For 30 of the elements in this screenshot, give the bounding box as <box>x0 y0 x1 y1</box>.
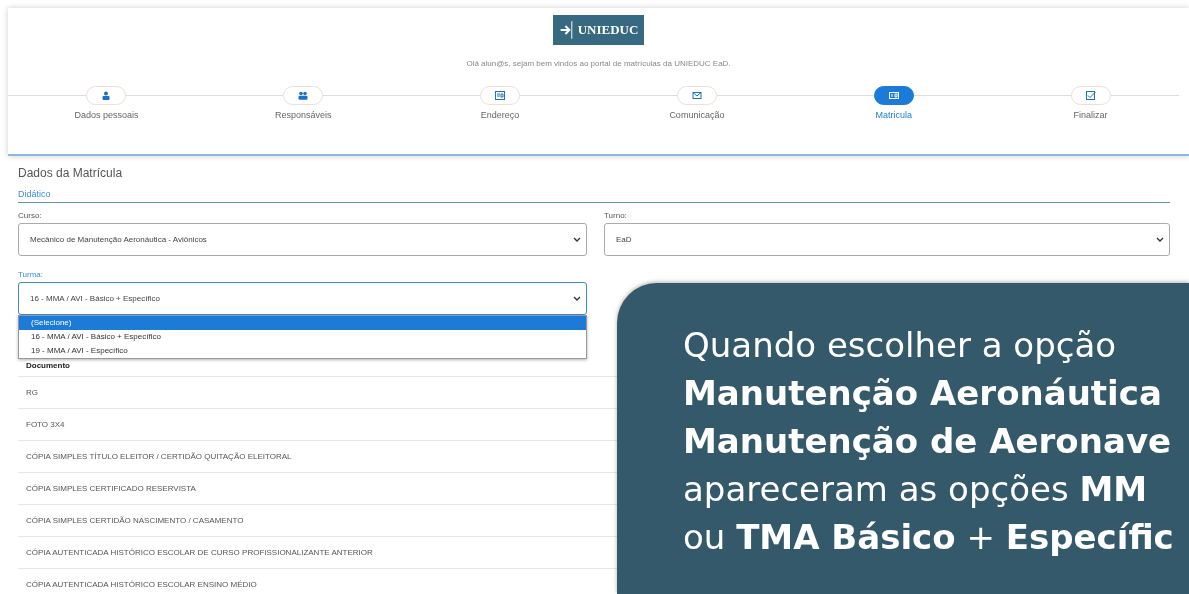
envelope-icon <box>691 91 702 100</box>
dropdown-option[interactable]: (Selecione) <box>19 316 586 330</box>
step-label[interactable]: Finalizar <box>1073 110 1108 120</box>
step-label[interactable]: Endereço <box>480 110 520 120</box>
logo-icon <box>558 19 575 41</box>
chevron-icon <box>573 296 581 301</box>
class-select[interactable]: 16 - MMA / AVI - Básico + Específico <box>18 282 587 315</box>
address-card-icon <box>495 91 506 100</box>
field-label: Turma: <box>18 270 45 279</box>
logo: UNIEDUC <box>552 15 645 45</box>
section-title: Dados da Matrícula <box>18 166 124 180</box>
step-label[interactable]: Comunicação <box>669 110 725 120</box>
field-label: Curso: <box>18 211 43 220</box>
chevron-icon <box>573 237 581 242</box>
course-select[interactable]: Mecânico de Manutenção Aeronáutica - Aviônicos <box>18 223 587 256</box>
chevron-icon <box>1156 237 1164 242</box>
welcome-text: Olá alun@s, sejam bem vindos ao portal de matrículas da UNIEDUC EaD. <box>466 59 731 68</box>
step-label[interactable]: Dados pessoais <box>74 110 139 120</box>
id-card-icon <box>888 91 899 100</box>
dropdown-option[interactable]: 19 - MMA / AVI - Específico <box>19 344 586 358</box>
shift-select[interactable]: EaD <box>604 223 1170 256</box>
field-label: Turno: <box>604 211 628 220</box>
people-icon <box>298 91 309 100</box>
section-subtitle: Didático <box>18 189 1170 203</box>
checkbox-icon <box>1085 91 1096 100</box>
person-icon <box>101 91 112 100</box>
step-label[interactable]: Responsáveis <box>274 110 332 120</box>
step-pill[interactable] <box>873 86 914 105</box>
dropdown-option[interactable]: 16 - MMA / AVI - Básico + Específico <box>19 330 586 344</box>
step-label[interactable]: Matricula <box>875 110 912 120</box>
